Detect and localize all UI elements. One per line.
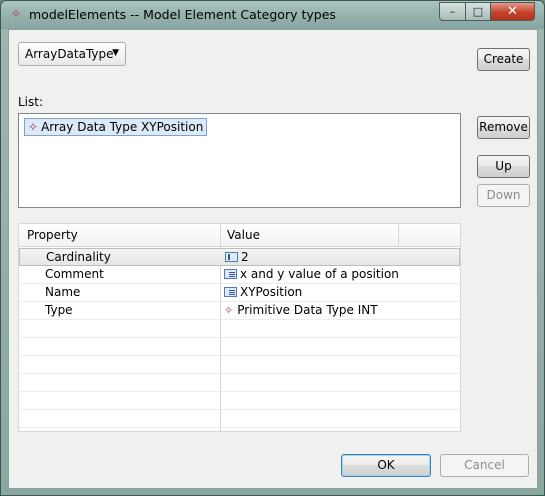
cardinality-icon (225, 252, 238, 262)
remove-button[interactable]: Remove (477, 116, 530, 139)
table-row-empty (19, 374, 460, 392)
property-name: Comment (45, 267, 104, 281)
table-header: Property Value (19, 224, 460, 247)
list-item-label: Array Data Type XYPosition (41, 120, 204, 134)
dialog-content: ArrayDataType ▼ Create List: ✧ Array Data… (8, 29, 538, 489)
table-row-empty (19, 392, 460, 410)
up-button[interactable]: Up (477, 155, 530, 178)
property-name: Cardinality (46, 250, 111, 264)
chevron-down-icon: ▼ (112, 48, 119, 58)
text-field-icon (224, 287, 237, 297)
text-field-icon (224, 269, 237, 279)
column-header-property[interactable]: Property (27, 228, 78, 242)
model-element-icon: ✧ (10, 7, 22, 22)
table-row-empty (19, 356, 460, 374)
property-value: 2 (241, 250, 249, 264)
category-select[interactable]: ArrayDataType ▼ (18, 42, 126, 66)
table-row[interactable]: Comment x and y value of a position (19, 266, 460, 284)
close-button[interactable]: ✕ (490, 2, 535, 21)
table-row[interactable]: Cardinality 2 (19, 248, 460, 266)
list-label: List: (18, 95, 44, 109)
table-row-empty (19, 320, 460, 338)
create-button[interactable]: Create (477, 48, 530, 71)
table-row-empty (19, 338, 460, 356)
properties-table[interactable]: Property Value Cardinality 2 Comment x a… (18, 223, 461, 432)
table-row[interactable]: Name XYPosition (19, 284, 460, 302)
column-divider (398, 224, 399, 247)
element-list[interactable]: ✧ Array Data Type XYPosition (18, 113, 461, 208)
minimize-button[interactable]: – (439, 2, 466, 21)
property-name: Type (45, 303, 73, 317)
cancel-button[interactable]: Cancel (440, 454, 529, 477)
window-title: modelElements -- Model Element Category … (29, 7, 336, 22)
primitive-type-icon: ✧ (224, 304, 234, 317)
table-row[interactable]: Type ✧ Primitive Data Type INT (19, 302, 460, 320)
ok-button[interactable]: OK (341, 454, 431, 477)
table-row-empty (19, 410, 460, 428)
property-value: x and y value of a position (240, 267, 399, 281)
dialog-window: ✧ modelElements -- Model Element Categor… (0, 0, 545, 496)
property-name: Name (45, 285, 81, 299)
array-data-type-icon: ✧ (28, 120, 39, 134)
property-value: Primitive Data Type INT (237, 303, 378, 317)
category-select-value: ArrayDataType (25, 47, 114, 61)
down-button[interactable]: Down (477, 184, 530, 207)
maximize-button[interactable]: □ (465, 2, 491, 21)
property-value: XYPosition (240, 285, 303, 299)
list-item[interactable]: ✧ Array Data Type XYPosition (24, 118, 208, 136)
column-header-value[interactable]: Value (227, 228, 260, 242)
